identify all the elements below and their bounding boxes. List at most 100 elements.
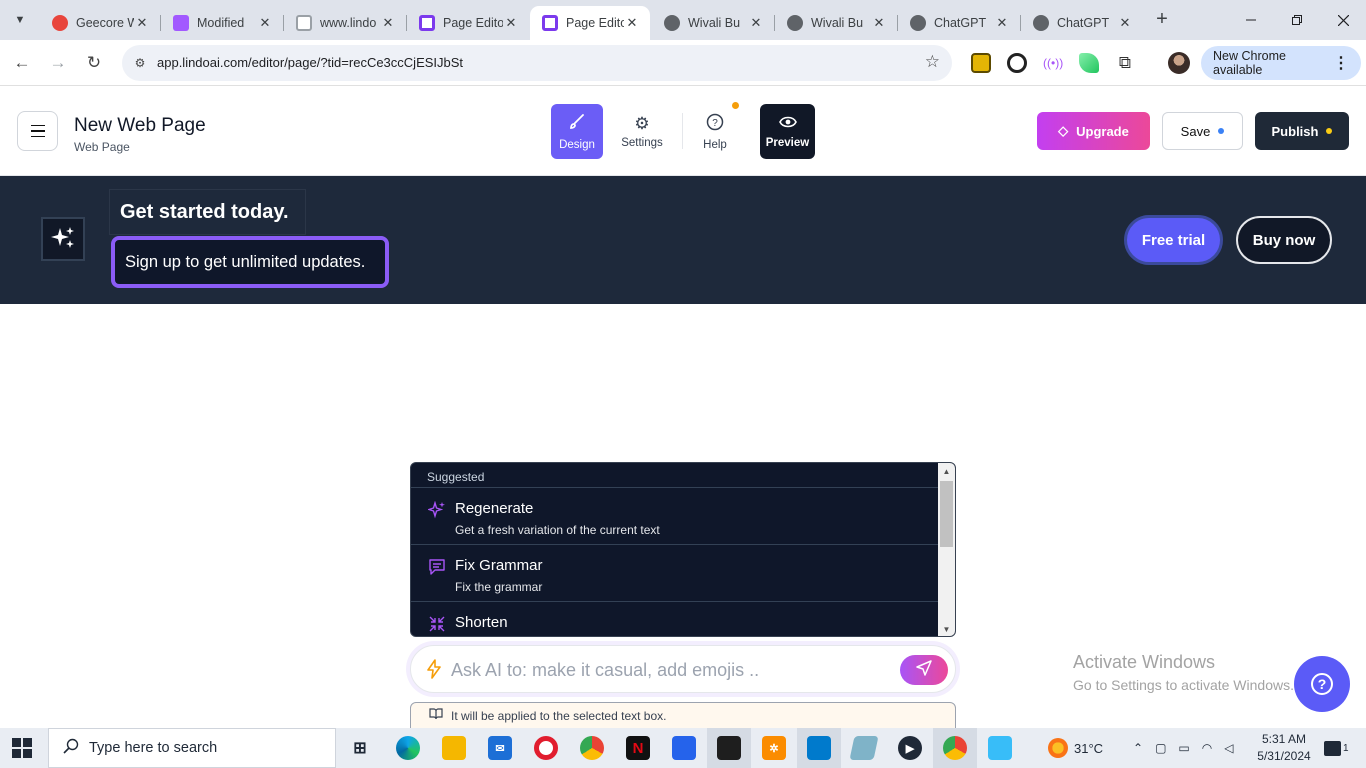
- publish-label: Publish: [1271, 123, 1319, 139]
- xampp-icon[interactable]: ✲: [762, 736, 786, 760]
- activate-windows-title: Activate Windows: [1073, 652, 1216, 672]
- chrome-update-label: New Chrome available: [1213, 49, 1286, 77]
- ai-suggestion-shorten[interactable]: Shorten: [411, 601, 939, 636]
- back-button[interactable]: ←: [10, 51, 34, 75]
- buy-now-button[interactable]: Buy now: [1236, 216, 1332, 264]
- help-mode-button[interactable]: ? Help: [689, 104, 741, 159]
- notification-center-button[interactable]: 1: [1324, 728, 1349, 768]
- chrome-icon[interactable]: [580, 736, 604, 760]
- tab-search-button[interactable]: ▼: [8, 8, 32, 32]
- ai-panel-scrollbar[interactable]: ▲ ▼: [938, 463, 955, 636]
- close-icon[interactable]: ✕: [994, 15, 1010, 31]
- media-player-icon[interactable]: ▶: [898, 736, 922, 760]
- scroll-up-icon[interactable]: ▲: [938, 467, 955, 476]
- ai-suggestion-fix-grammar[interactable]: Fix Grammar Fix the grammar: [411, 544, 939, 601]
- chatgpt-favicon-icon: [1033, 15, 1049, 31]
- weather-widget[interactable]: 31°C: [1048, 728, 1103, 768]
- wifi-icon[interactable]: ◠: [1202, 741, 1212, 755]
- browser-tab[interactable]: Wivali Bu ✕: [652, 6, 775, 40]
- taskbar-clock[interactable]: 5:31 AM 5/31/2024: [1254, 731, 1314, 765]
- extensions-puzzle-icon[interactable]: ⧉: [1115, 53, 1135, 73]
- more-vertical-icon[interactable]: ⋮: [1333, 53, 1349, 73]
- ai-prompt-input[interactable]: [451, 656, 891, 684]
- file-explorer-icon[interactable]: [442, 736, 466, 760]
- battery-icon[interactable]: ▭: [1178, 741, 1189, 755]
- save-button[interactable]: Save: [1162, 112, 1243, 150]
- design-mode-button[interactable]: Design: [551, 104, 603, 159]
- browser-tab[interactable]: Geecore W ✕: [40, 6, 161, 40]
- notification-icon: [1324, 740, 1341, 756]
- mail-icon[interactable]: ✉: [488, 736, 512, 760]
- close-icon[interactable]: ✕: [871, 15, 887, 31]
- upgrade-button[interactable]: ◇ Upgrade: [1037, 112, 1150, 150]
- help-floating-button[interactable]: ?: [1294, 656, 1350, 712]
- banner-subheading-selected[interactable]: Sign up to get unlimited updates.: [111, 236, 389, 288]
- notepad-icon[interactable]: [849, 736, 879, 760]
- extension-leaf-icon[interactable]: [1079, 53, 1099, 73]
- browser-tab[interactable]: www.lindo ✕: [284, 6, 407, 40]
- chrome-icon[interactable]: [943, 736, 967, 760]
- publish-button[interactable]: Publish: [1255, 112, 1349, 150]
- reload-button[interactable]: ↻: [82, 51, 106, 75]
- settings-label: Settings: [621, 136, 663, 149]
- tab-title: Geecore W: [76, 16, 134, 30]
- scrollbar-thumb[interactable]: [940, 481, 953, 547]
- ai-suggestion-regenerate[interactable]: Regenerate Get a fresh variation of the …: [411, 487, 939, 544]
- extension-folder-icon[interactable]: [971, 53, 991, 73]
- banner-heading[interactable]: Get started today.: [109, 189, 306, 235]
- windows-start-icon[interactable]: [12, 738, 32, 758]
- browser-tab[interactable]: Wivali Bu ✕: [775, 6, 898, 40]
- forward-button[interactable]: →: [46, 51, 70, 75]
- chevron-up-icon[interactable]: ⌃: [1133, 741, 1143, 755]
- netflix-icon[interactable]: N: [626, 736, 650, 760]
- close-icon[interactable]: ✕: [134, 15, 150, 31]
- store-icon[interactable]: [672, 736, 696, 760]
- chrome-update-button[interactable]: New Chrome available ⋮: [1201, 46, 1361, 80]
- window-close-button[interactable]: [1320, 0, 1366, 40]
- opera-icon[interactable]: [534, 736, 558, 760]
- meet-now-icon[interactable]: ▢: [1155, 741, 1166, 755]
- bookmark-star-icon[interactable]: ☆: [925, 52, 940, 72]
- restore-button[interactable]: [1274, 0, 1320, 40]
- scroll-down-icon[interactable]: ▼: [938, 625, 955, 634]
- close-icon[interactable]: ✕: [380, 15, 396, 31]
- design-label: Design: [559, 138, 595, 151]
- menu-button[interactable]: [17, 111, 58, 151]
- close-icon[interactable]: ✕: [748, 15, 764, 31]
- new-tab-button[interactable]: +: [1150, 8, 1174, 32]
- close-icon[interactable]: ✕: [624, 15, 640, 31]
- site-info-icon[interactable]: ⚙: [130, 53, 150, 73]
- ai-suggestion-title: Fix Grammar: [455, 557, 543, 574]
- preview-mode-button[interactable]: Preview: [760, 104, 815, 159]
- browser-tab-strip: ▼ Geecore W ✕ Modified ✕ www.lindo ✕ Pag…: [0, 0, 1366, 40]
- browser-tab[interactable]: Modified ✕: [161, 6, 284, 40]
- profile-avatar[interactable]: [1168, 52, 1190, 74]
- figma-icon[interactable]: [717, 736, 741, 760]
- vscode-icon[interactable]: [807, 736, 831, 760]
- ai-prompt-box: [410, 645, 956, 693]
- browser-tab[interactable]: Page Edito ✕: [407, 6, 529, 40]
- close-icon[interactable]: ✕: [503, 15, 519, 31]
- ai-send-button[interactable]: [900, 655, 948, 685]
- extension-circle-icon[interactable]: [1007, 53, 1027, 73]
- tab-title: Wivali Bu: [688, 16, 741, 30]
- extension-broadcast-icon[interactable]: ((•)): [1043, 53, 1063, 73]
- settings-mode-button[interactable]: ⚙ Settings: [616, 104, 668, 159]
- browser-tab-active[interactable]: Page Edito ✕: [530, 6, 650, 40]
- free-trial-button[interactable]: Free trial: [1124, 215, 1223, 265]
- minimize-button[interactable]: [1228, 0, 1274, 40]
- volume-icon[interactable]: ◁: [1224, 741, 1233, 755]
- address-bar[interactable]: ⚙ app.lindoai.com/editor/page/?tid=recCe…: [122, 45, 952, 81]
- edge-icon[interactable]: [396, 736, 420, 760]
- photos-icon[interactable]: [988, 736, 1012, 760]
- tab-title: Page Edito: [566, 16, 624, 30]
- close-icon[interactable]: ✕: [257, 15, 273, 31]
- taskbar-search[interactable]: Type here to search: [48, 728, 336, 768]
- url-text[interactable]: app.lindoai.com/editor/page/?tid=recCe3c…: [157, 55, 463, 70]
- sparkles-icon[interactable]: [41, 217, 85, 261]
- chatgpt-favicon-icon: [910, 15, 926, 31]
- browser-tab[interactable]: ChatGPT ✕: [1021, 6, 1143, 40]
- browser-tab[interactable]: ChatGPT ✕: [898, 6, 1021, 40]
- close-icon[interactable]: ✕: [1117, 15, 1133, 31]
- task-view-icon[interactable]: ⊞: [348, 736, 372, 760]
